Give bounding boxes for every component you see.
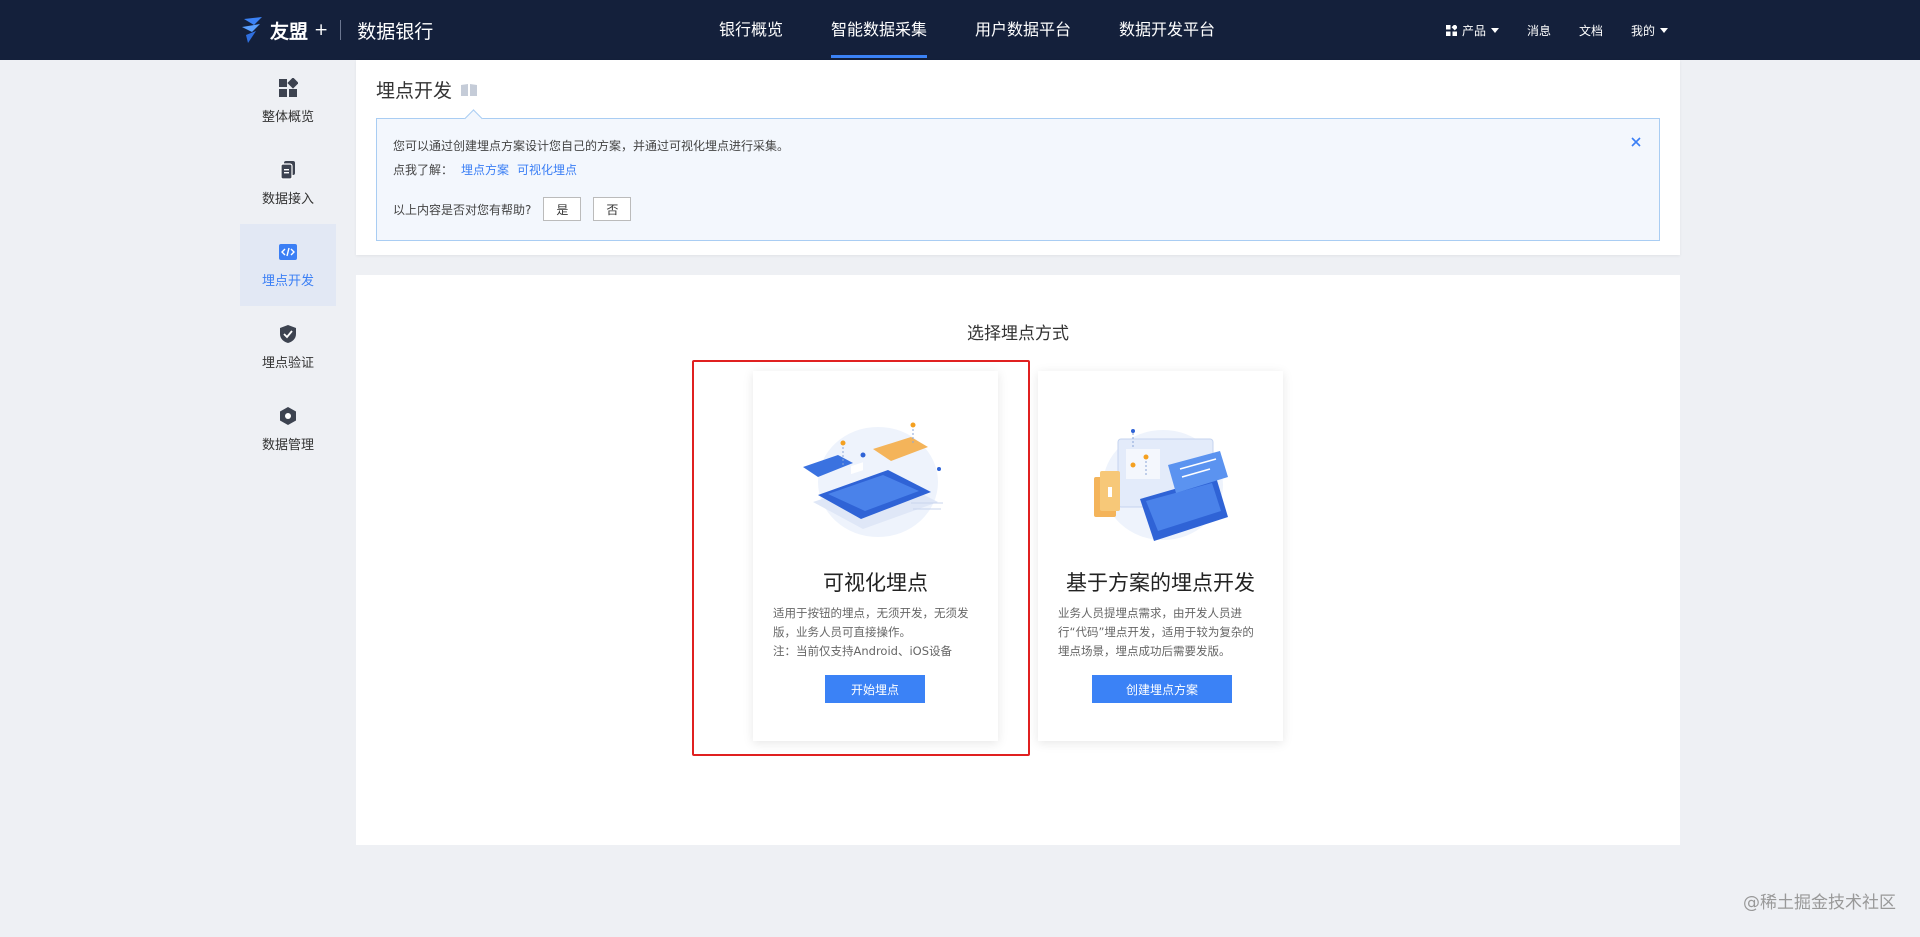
plan-tracking-card[interactable]: 基于方案的埋点开发 业务人员提埋点需求，由开发人员进行“代码”埋点开发，适用于较… [1038,371,1283,741]
notice-text: 您可以通过创建埋点方案设计您自己的方案，并通过可视化埋点进行采集。 [393,139,790,153]
section-title: 选择埋点方式 [967,324,1069,344]
visual-tracking-card[interactable]: 可视化埋点 适用于按钮的埋点，无须开发，无须发版，业务人员可直接操作。 注：当前… [753,371,998,741]
mine-menu[interactable]: 我的 [1631,22,1668,39]
card-description: 业务人员提埋点需求，由开发人员进行“代码”埋点开发，适用于较为复杂的埋点场景，埋… [1058,604,1265,661]
top-nav-bar: 友盟 + 数据银行 银行概览 智能数据采集 用户数据平台 数据开发平台 产品 消… [0,0,1920,60]
nav-user-data-platform[interactable]: 用户数据平台 [951,0,1095,60]
page-title-text: 埋点开发 [376,80,453,102]
page-title: 埋点开发 [376,76,478,103]
sidebar-item-label: 埋点验证 [261,355,314,371]
book-icon[interactable] [460,83,478,97]
method-select-panel: 选择埋点方式 可视化埋点 适用于按钮的埋点，无须开发，无须发版，业务人员可直接操… [356,275,1680,845]
watermark: @稀土掘金技术社区 [1743,893,1896,913]
product-name: 数据银行 [357,20,434,43]
code-icon [279,243,297,260]
copy-document-icon [280,160,295,180]
logo-divider [340,20,342,40]
notice-learn-more: 点我了解： 埋点方案 可视化埋点 [393,161,577,178]
link-visual-tracking[interactable]: 可视化埋点 [517,163,577,177]
logo[interactable]: 友盟 + 数据银行 [240,14,433,46]
sidebar-item-overview[interactable]: 整体概览 [240,60,336,142]
brand-name: 友盟 [270,20,309,43]
feedback-no-button[interactable]: 否 [593,197,632,221]
docs-link[interactable]: 文档 [1579,22,1603,39]
main-nav: 银行概览 智能数据采集 用户数据平台 数据开发平台 [695,0,1239,60]
feedback-yes-button[interactable]: 是 [543,197,582,221]
card-description: 适用于按钮的埋点，无须开发，无须发版，业务人员可直接操作。 注：当前仅支持And… [773,604,980,661]
link-tracking-plan[interactable]: 埋点方案 [461,163,509,177]
sidebar-item-tracking-verify[interactable]: 埋点验证 [240,306,336,388]
sidebar-item-label: 数据接入 [261,191,314,207]
products-menu[interactable]: 产品 [1445,22,1499,39]
feedback-question: 以上内容是否对您有帮助? [393,202,532,217]
hexagon-icon [280,406,296,425]
sidebar-item-label: 埋点开发 [261,273,314,289]
learn-prefix: 点我了解： [393,163,454,177]
chevron-down-icon [1660,27,1668,33]
card-title: 基于方案的埋点开发 [1066,571,1255,595]
card-title: 可视化埋点 [823,571,928,595]
brand-plus: + [314,20,329,40]
sidebar-item-data-manage[interactable]: 数据管理 [240,388,336,470]
mine-label: 我的 [1630,23,1655,38]
visual-tracking-illustration-icon [803,422,943,537]
grid-icon [1445,24,1457,36]
sidebar-item-label: 整体概览 [261,109,314,125]
sidebar-item-label: 数据管理 [261,437,314,453]
feedback-row: 以上内容是否对您有帮助? 是 否 [393,197,632,221]
top-right-menu: 产品 消息 文档 我的 [1445,0,1668,60]
dashboard-icon [279,77,298,97]
card-desc-note: 注：当前仅支持Android、iOS设备 [773,644,953,658]
sidebar-item-tracking-dev[interactable]: 埋点开发 [240,224,336,306]
nav-data-dev-platform[interactable]: 数据开发平台 [1095,0,1239,60]
create-plan-button[interactable]: 创建埋点方案 [1092,675,1232,703]
sidebar: 整体概览 数据接入 埋点开发 埋点验证 数据管理 [240,60,336,470]
sidebar-item-data-access[interactable]: 数据接入 [240,142,336,224]
start-tracking-button[interactable]: 开始埋点 [825,675,925,703]
shield-check-icon [280,324,296,343]
products-label: 产品 [1461,23,1486,38]
nav-bank-overview[interactable]: 银行概览 [695,0,807,60]
close-icon[interactable] [1629,135,1643,149]
umeng-logo-icon [242,17,262,43]
header-panel: 埋点开发 您可以通过创建埋点方案设计您自己的方案，并通过可视化埋点进行采集。 点… [356,60,1680,255]
card-desc-line: 业务人员提埋点需求，由开发人员进行“代码”埋点开发，适用于较为复杂的埋点场景，埋… [1058,606,1254,658]
help-notice: 您可以通过创建埋点方案设计您自己的方案，并通过可视化埋点进行采集。 点我了解： 埋… [376,118,1660,241]
chevron-down-icon [1490,27,1499,33]
card-desc-line: 适用于按钮的埋点，无须开发，无须发版，业务人员可直接操作。 [773,606,969,639]
plan-tracking-illustration-icon [1094,429,1228,541]
nav-smart-data-collection[interactable]: 智能数据采集 [807,0,951,60]
messages-link[interactable]: 消息 [1527,22,1551,39]
